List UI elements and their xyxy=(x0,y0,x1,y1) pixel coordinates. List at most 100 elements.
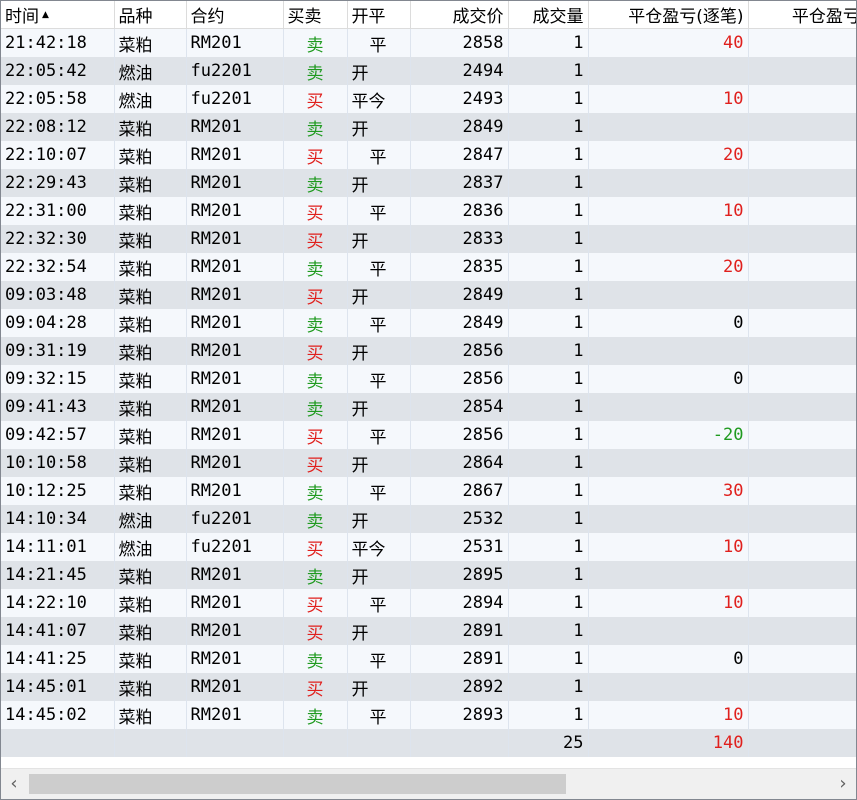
table-row[interactable]: 09:31:19 菜粕 RM201 买开 2856 1 xyxy=(1,337,856,365)
cell-price: 2891 xyxy=(410,645,509,673)
cell-product: 菜粕 xyxy=(114,28,187,57)
cell-side: 卖 xyxy=(283,365,348,393)
cell-contract: RM201 xyxy=(186,169,284,197)
cell-open-close: 平 xyxy=(347,701,411,729)
table-row[interactable]: 14:41:25 菜粕 RM201 卖平 2891 1 0 xyxy=(1,645,856,673)
col-header-close-pnl-per-trade[interactable]: 平仓盈亏(逐笔) xyxy=(588,1,749,29)
cell-open-close: 平 xyxy=(347,589,411,617)
horizontal-scrollbar[interactable]: ‹ › xyxy=(1,768,856,799)
cell-price: 2836 xyxy=(410,197,509,225)
cell-close-pnl xyxy=(588,225,749,253)
table-row[interactable]: 22:05:58 燃油 fu2201 买平今 2493 1 10 xyxy=(1,85,856,113)
cell-side: 买 xyxy=(283,449,348,477)
cell-quantity: 1 xyxy=(508,365,589,393)
col-header-open-close[interactable]: 开平 xyxy=(347,1,411,29)
table-row[interactable]: 10:10:58 菜粕 RM201 买开 2864 1 xyxy=(1,449,856,477)
cell-contract: RM201 xyxy=(186,197,284,225)
cell-time: 14:11:01 xyxy=(1,533,115,561)
table-row[interactable]: 22:08:12 菜粕 RM201 卖开 2849 1 xyxy=(1,113,856,141)
table-row[interactable]: 09:04:28 菜粕 RM201 卖平 2849 1 0 xyxy=(1,309,856,337)
col-header-side[interactable]: 买卖 xyxy=(283,1,348,29)
cell-quantity: 1 xyxy=(508,393,589,421)
cell-close-pnl: 40 xyxy=(588,28,749,57)
cell-time: 10:10:58 xyxy=(1,449,115,477)
cell-price: 2849 xyxy=(410,309,509,337)
table-row[interactable]: 22:32:30 菜粕 RM201 买开 2833 1 xyxy=(1,225,856,253)
cell-product: 菜粕 xyxy=(114,449,187,477)
table-row[interactable]: 22:32:54 菜粕 RM201 卖平 2835 1 20 xyxy=(1,253,856,281)
cell-product: 菜粕 xyxy=(114,477,187,505)
cell-product: 菜粕 xyxy=(114,225,187,253)
cell-product: 菜粕 xyxy=(114,561,187,589)
cell-contract: RM201 xyxy=(186,561,284,589)
table-row[interactable]: 14:10:34 燃油 fu2201 卖开 2532 1 xyxy=(1,505,856,533)
scroll-left-icon[interactable]: ‹ xyxy=(1,769,27,799)
cell-close-pnl-daily xyxy=(748,533,856,561)
table-row[interactable]: 09:42:57 菜粕 RM201 买平 2856 1 -20 xyxy=(1,421,856,449)
cell-quantity: 1 xyxy=(508,589,589,617)
cell-quantity: 1 xyxy=(508,533,589,561)
col-header-close-pnl-daily[interactable]: 平仓盈亏( xyxy=(748,1,856,29)
cell-time: 14:41:07 xyxy=(1,617,115,645)
col-header-product[interactable]: 品种 xyxy=(114,1,187,29)
table-row[interactable]: 14:21:45 菜粕 RM201 卖开 2895 1 xyxy=(1,561,856,589)
cell-contract: RM201 xyxy=(186,281,284,309)
table-row[interactable]: 14:22:10 菜粕 RM201 买平 2894 1 10 xyxy=(1,589,856,617)
cell-product: 菜粕 xyxy=(114,281,187,309)
cell-time: 09:42:57 xyxy=(1,421,115,449)
cell-product: 菜粕 xyxy=(114,589,187,617)
cell-quantity: 1 xyxy=(508,197,589,225)
col-header-time[interactable]: 时间 ▲ xyxy=(1,1,115,29)
cell-product: 菜粕 xyxy=(114,337,187,365)
col-header-quantity[interactable]: 成交量 xyxy=(508,1,589,29)
cell-open-close: 平 xyxy=(347,253,411,281)
cell-quantity: 1 xyxy=(508,421,589,449)
table-row[interactable]: 22:29:43 菜粕 RM201 卖开 2837 1 xyxy=(1,169,856,197)
cell-quantity: 1 xyxy=(508,505,589,533)
cell-price: 2493 xyxy=(410,85,509,113)
table-row[interactable]: 14:11:01 燃油 fu2201 买平今 2531 1 10 xyxy=(1,533,856,561)
cell-quantity: 1 xyxy=(508,169,589,197)
cell-close-pnl-daily xyxy=(748,477,856,505)
table-row[interactable]: 14:45:01 菜粕 RM201 买开 2892 1 xyxy=(1,673,856,701)
cell-close-pnl-daily xyxy=(748,645,856,673)
table-row[interactable]: 09:41:43 菜粕 RM201 卖开 2854 1 xyxy=(1,393,856,421)
table-row[interactable]: 22:10:07 菜粕 RM201 买平 2847 1 20 xyxy=(1,141,856,169)
table-row[interactable]: 22:05:42 燃油 fu2201 卖开 2494 1 xyxy=(1,57,856,85)
cell-price: 2856 xyxy=(410,365,509,393)
cell-open-close: 开 xyxy=(347,673,411,701)
table-row[interactable]: 22:31:00 菜粕 RM201 买平 2836 1 10 xyxy=(1,197,856,225)
table-row[interactable]: 14:45:02 菜粕 RM201 卖平 2893 1 10 xyxy=(1,701,856,729)
table-row[interactable]: 14:41:07 菜粕 RM201 买开 2891 1 xyxy=(1,617,856,645)
scrollbar-thumb[interactable] xyxy=(29,774,566,794)
cell-contract: RM201 xyxy=(186,589,284,617)
cell-price: 2849 xyxy=(410,281,509,309)
totals-row: 25 140 xyxy=(1,729,856,757)
cell-close-pnl-daily xyxy=(748,421,856,449)
table-row[interactable]: 09:32:15 菜粕 RM201 卖平 2856 1 0 xyxy=(1,365,856,393)
scroll-right-icon[interactable]: › xyxy=(830,769,856,799)
cell-product: 燃油 xyxy=(114,533,187,561)
table-row[interactable]: 10:12:25 菜粕 RM201 卖平 2867 1 30 xyxy=(1,477,856,505)
cell-side: 卖 xyxy=(283,309,348,337)
cell-contract: RM201 xyxy=(186,477,284,505)
table-row[interactable]: 09:03:48 菜粕 RM201 买开 2849 1 xyxy=(1,281,856,309)
cell-quantity: 1 xyxy=(508,673,589,701)
cell-close-pnl: 20 xyxy=(588,253,749,281)
cell-contract: RM201 xyxy=(186,393,284,421)
cell-contract: RM201 xyxy=(186,645,284,673)
cell-side: 买 xyxy=(283,589,348,617)
cell-close-pnl-daily xyxy=(748,169,856,197)
cell-open-close: 平 xyxy=(347,309,411,337)
cell-time: 22:10:07 xyxy=(1,141,115,169)
table-row[interactable]: 21:42:18 菜粕 RM201 卖平 2858 1 40 xyxy=(1,28,856,57)
cell-open-close: 开 xyxy=(347,561,411,589)
cell-price: 2532 xyxy=(410,505,509,533)
cell-open-close: 平 xyxy=(347,421,411,449)
cell-side: 卖 xyxy=(283,28,348,57)
cell-contract: fu2201 xyxy=(186,57,284,85)
cell-time: 10:12:25 xyxy=(1,477,115,505)
header-row: 时间▲ 品种 合约 买卖 开平 成交价 成交量 平仓盈亏(逐笔) 平仓盈亏( xyxy=(1,1,856,29)
col-header-price[interactable]: 成交价 xyxy=(410,1,509,29)
col-header-contract[interactable]: 合约 xyxy=(186,1,284,29)
